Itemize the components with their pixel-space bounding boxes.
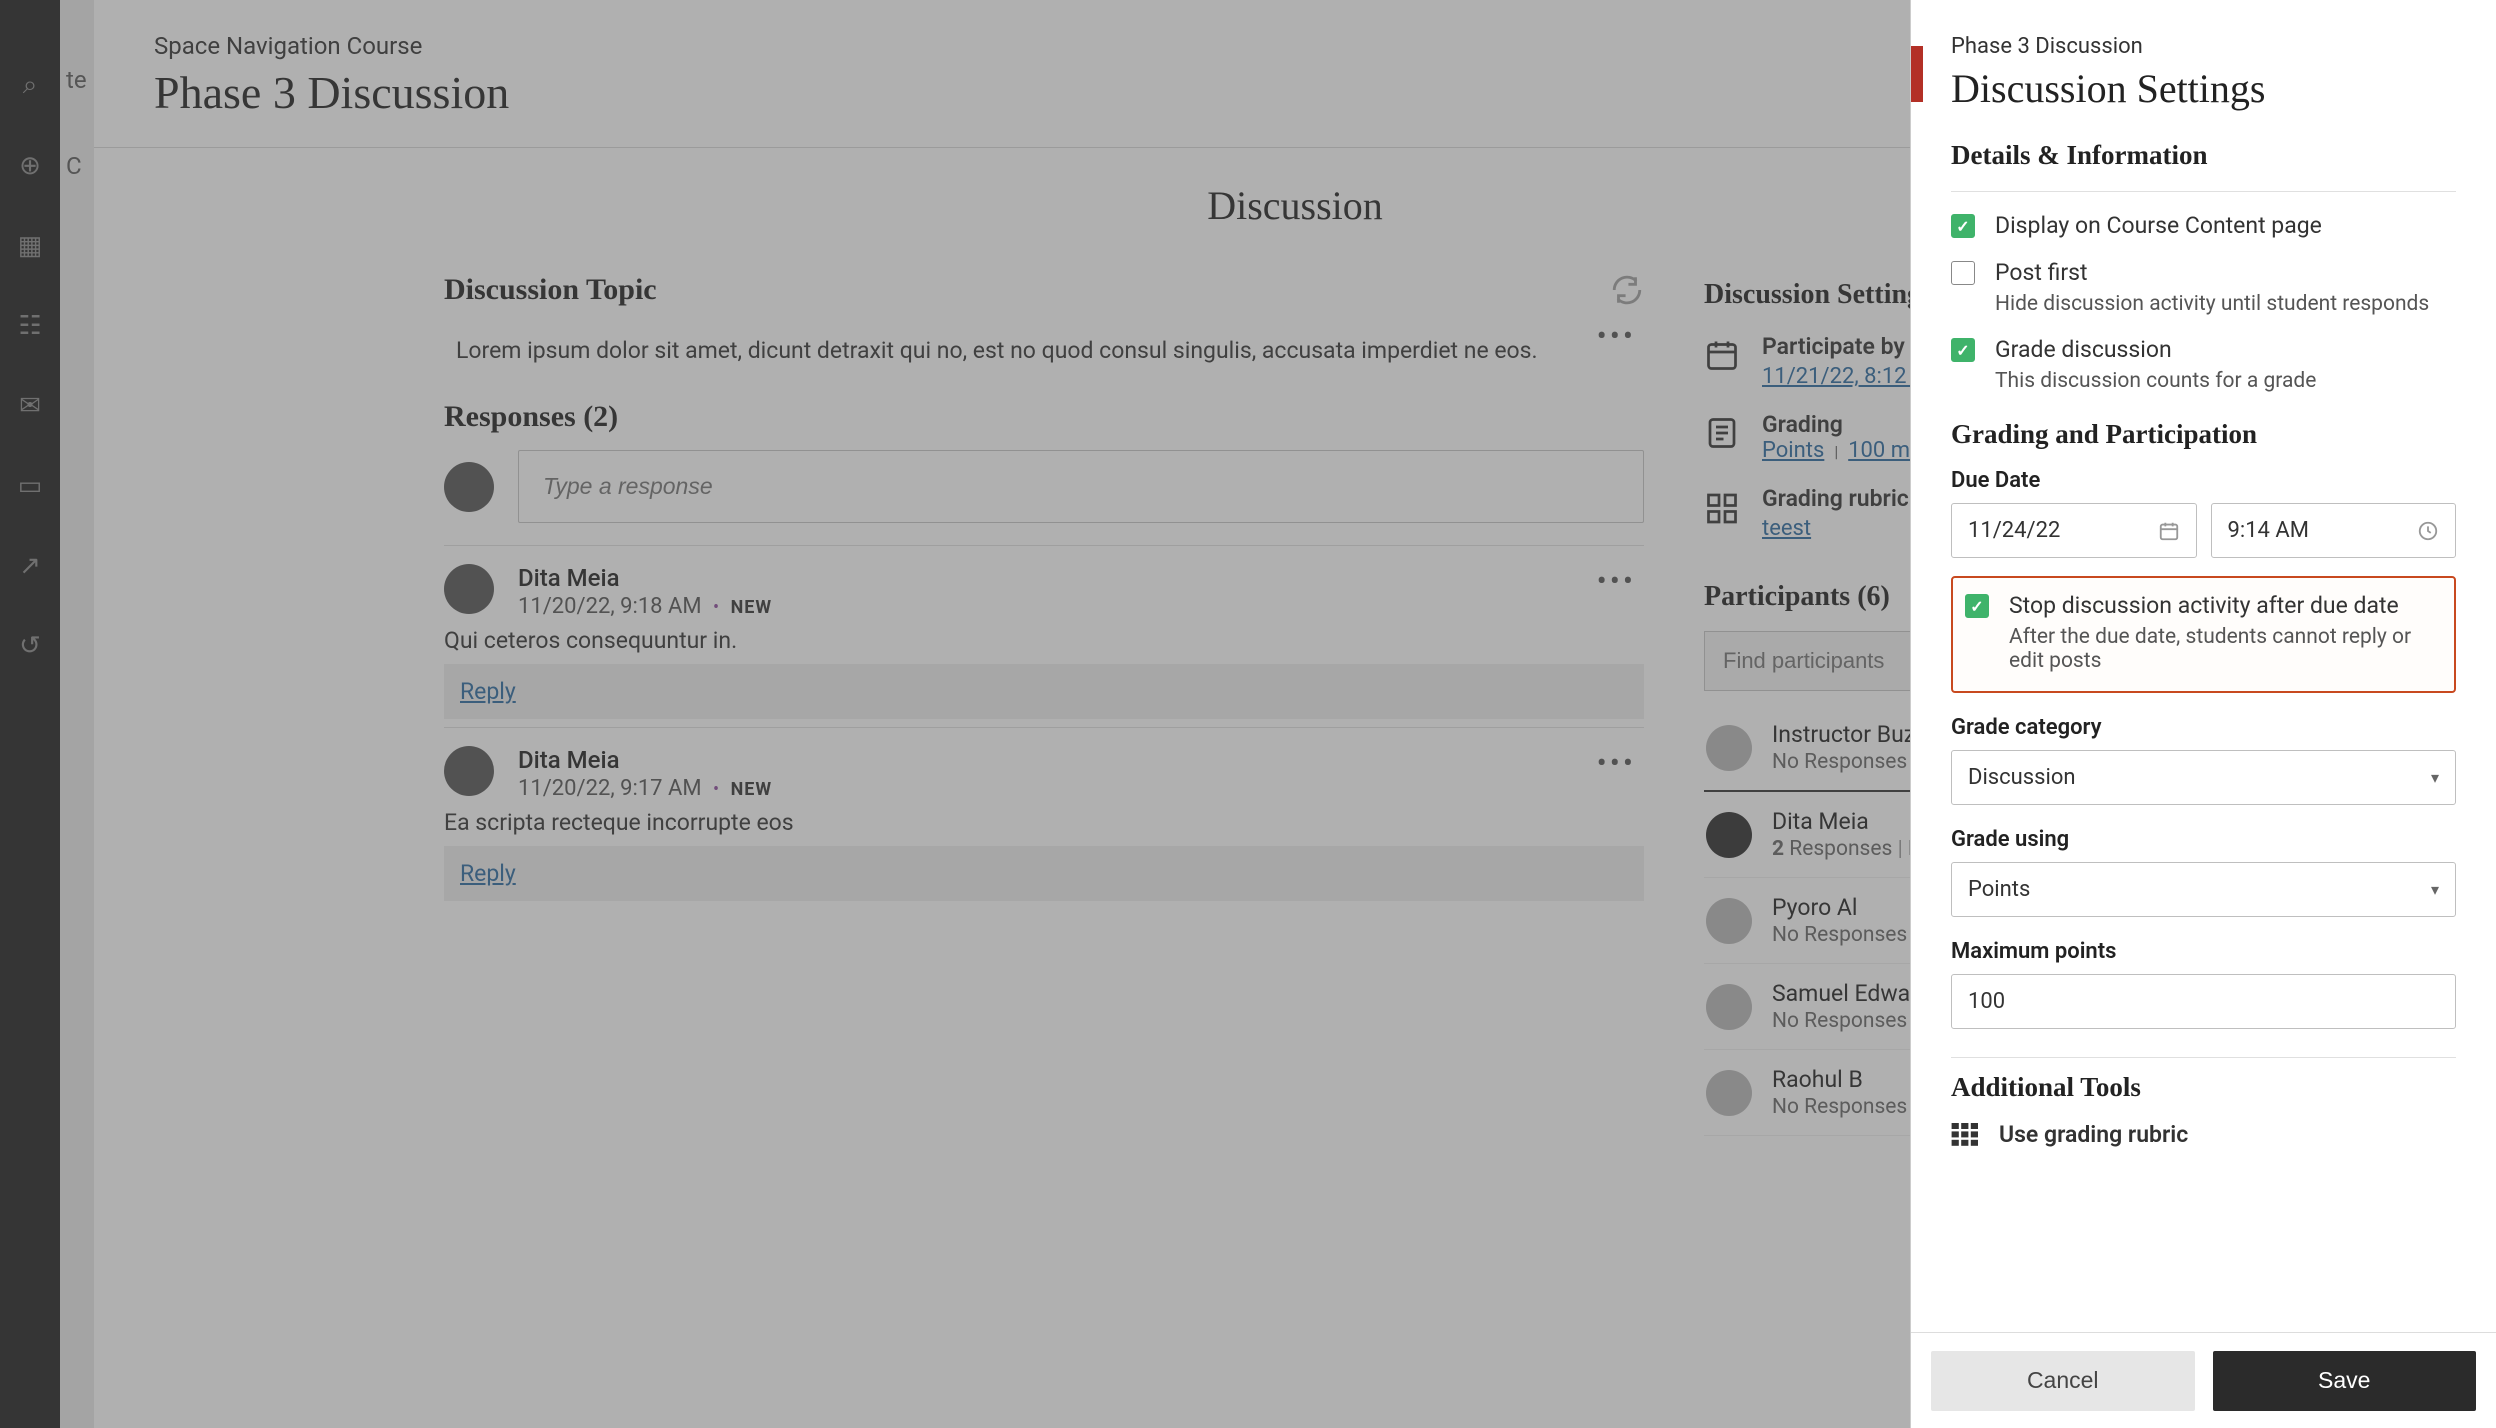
grade-discussion-label: Grade discussion [1995,336,2316,363]
modal-scrim[interactable] [0,0,1910,1428]
stop-activity-checkbox[interactable] [1965,594,1989,618]
post-first-checkbox[interactable] [1951,261,1975,285]
stop-activity-sublabel: After the due date, students cannot repl… [2009,625,2442,673]
post-first-sublabel: Hide discussion activity until student r… [1995,292,2429,316]
stop-activity-label: Stop discussion activity after due date [2009,592,2442,619]
stop-activity-highlight: Stop discussion activity after due date … [1951,576,2456,693]
grade-category-label: Grade category [1951,715,2456,740]
settings-breadcrumb: Phase 3 Discussion [1951,34,2456,59]
max-points-value: 100 [1968,989,2005,1014]
grade-category-select[interactable]: Discussion [1951,750,2456,805]
grade-using-label: Grade using [1951,827,2456,852]
due-date-value: 11/24/22 [1968,518,2060,543]
clock-icon [2417,520,2439,542]
grade-discussion-checkbox[interactable] [1951,338,1975,362]
due-date-input[interactable]: 11/24/22 [1951,503,2197,558]
grading-section-heading: Grading and Participation [1951,419,2456,450]
cancel-button[interactable]: Cancel [1931,1351,2195,1411]
max-points-input[interactable]: 100 [1951,974,2456,1029]
grade-using-value: Points [1968,877,2030,902]
post-first-label: Post first [1995,259,2429,286]
settings-footer: Cancel Save [1911,1332,2496,1428]
due-date-label: Due Date [1951,468,2456,493]
rubric-grid-icon [1951,1123,1981,1147]
close-button[interactable] [1910,46,1923,102]
additional-tools-heading: Additional Tools [1951,1072,2456,1103]
grade-using-select[interactable]: Points [1951,862,2456,917]
calendar-icon [2158,520,2180,542]
grade-discussion-sublabel: This discussion counts for a grade [1995,369,2316,393]
grade-category-value: Discussion [1968,765,2076,790]
discussion-settings-panel: Phase 3 Discussion Discussion Settings D… [1910,0,2496,1428]
due-time-input[interactable]: 9:14 AM [2211,503,2457,558]
display-on-page-checkbox[interactable] [1951,214,1975,238]
display-on-page-label: Display on Course Content page [1995,212,2322,239]
max-points-label: Maximum points [1951,939,2456,964]
use-rubric-label[interactable]: Use grading rubric [1999,1121,2188,1148]
details-section-heading: Details & Information [1951,140,2456,171]
settings-title: Discussion Settings [1951,65,2456,112]
due-time-value: 9:14 AM [2228,518,2309,543]
save-button[interactable]: Save [2213,1351,2477,1411]
